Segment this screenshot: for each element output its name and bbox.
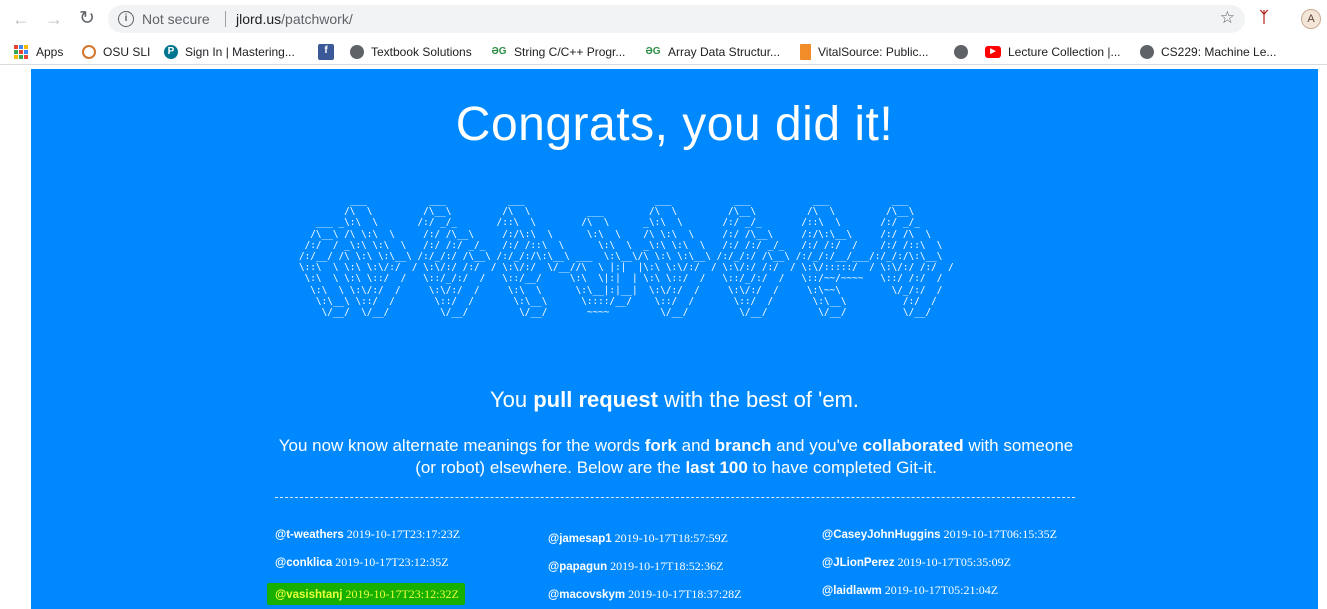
globe-icon [954, 45, 968, 59]
pearson-icon: P [164, 45, 178, 59]
user-link[interactable]: @JLionPerez [822, 557, 895, 569]
timestamp: 2019-10-17T23:12:35Z [335, 555, 449, 569]
description: You now know alternate meanings for the … [278, 436, 1074, 477]
globe-icon [1140, 45, 1154, 59]
bookmark-array-ds[interactable]: ƏG Array Data Structur... [645, 43, 780, 61]
list-item: @conklica 2019-10-17T23:12:35Z [275, 555, 535, 583]
bookmark-osu-sli[interactable]: OSU SLI [82, 43, 150, 61]
list-item: @jamesap1 2019-10-17T18:57:59Z [548, 531, 808, 559]
list-item-highlighted: @vasishtanj 2019-10-17T23:12:32Z [267, 583, 465, 605]
timestamp: 2019-10-17T18:52:36Z [610, 559, 724, 573]
list-item: @CaseyJohnHuggins 2019-10-17T06:15:35Z [822, 527, 1082, 555]
bookmark-label: VitalSource: Public... [818, 45, 929, 59]
pdf-extension-icon[interactable]: ᛉ [1256, 8, 1272, 28]
osu-icon [82, 45, 96, 59]
dashed-divider [275, 497, 1075, 498]
apps-grid-icon [14, 45, 28, 59]
timestamp: 2019-10-17T06:15:35Z [943, 527, 1057, 541]
ascii-art-logo: ___ ___ ___ ___ ___ ___ ___ /\ \ /\__\ /… [299, 195, 954, 319]
timestamp: 2019-10-17T23:12:32Z [345, 587, 459, 601]
list-item: @JLionPerez 2019-10-17T05:35:09Z [822, 555, 1082, 583]
bookmark-globe[interactable] [954, 43, 975, 61]
bookmark-cs229[interactable]: CS229: Machine Le... [1140, 43, 1276, 61]
geeksforgeeks-icon: ƏG [491, 46, 507, 57]
bookmark-label: Textbook Solutions [371, 45, 472, 59]
list-item: @t-weathers 2019-10-17T23:17:23Z [275, 527, 535, 555]
url-host: jlord.us [236, 11, 282, 27]
address-divider [225, 11, 226, 27]
timestamp: 2019-10-17T18:57:59Z [614, 531, 728, 545]
user-link[interactable]: @conklica [275, 557, 332, 569]
back-arrow-icon[interactable]: ← [9, 7, 33, 31]
bookmark-label: Lecture Collection |... [1008, 45, 1121, 59]
info-icon[interactable]: i [118, 11, 134, 27]
bookmark-label: Apps [36, 45, 64, 59]
bookmarks-bar: Apps OSU SLI P Sign In | Mastering... f … [0, 37, 1327, 65]
completions-column-1: @t-weathers 2019-10-17T23:17:23Z @conkli… [267, 527, 535, 605]
bookmark-apps[interactable]: Apps [14, 43, 63, 61]
geeksforgeeks-icon: ƏG [645, 46, 661, 57]
user-link[interactable]: @jamesap1 [548, 533, 612, 545]
user-link[interactable]: @papagun [548, 561, 607, 573]
browser-toolbar: ← → ↻ i Not secure jlord.us/patchwork/ ☆… [0, 0, 1327, 37]
url-path: /patchwork/ [281, 11, 353, 27]
facebook-icon: f [318, 44, 334, 60]
user-link[interactable]: @vasishtanj [275, 589, 342, 601]
security-label[interactable]: Not secure [142, 11, 210, 27]
globe-icon [350, 45, 364, 59]
bookmark-string-cpp[interactable]: ƏG String C/C++ Progr... [491, 43, 625, 61]
timestamp: 2019-10-17T05:35:09Z [897, 555, 1011, 569]
user-link[interactable]: @laidlawm [822, 585, 882, 597]
tagline: You pull request with the best of 'em. [489, 387, 859, 412]
user-link[interactable]: @t-weathers [275, 529, 344, 541]
bookmark-star-icon[interactable]: ☆ [1220, 8, 1235, 28]
list-item: @macovskym 2019-10-17T18:37:28Z [548, 587, 808, 609]
bookmark-label: String C/C++ Progr... [514, 45, 626, 59]
completions-column-2: @jamesap1 2019-10-17T18:57:59Z @papagun … [548, 531, 808, 609]
youtube-icon: ▶ [985, 46, 1001, 58]
reload-icon[interactable]: ↻ [75, 7, 99, 31]
address-bar[interactable]: i Not secure jlord.us/patchwork/ ☆ [108, 5, 1245, 33]
bookmark-label: OSU SLI [103, 45, 151, 59]
bookmark-mastering[interactable]: P Sign In | Mastering... [164, 43, 295, 61]
bookmark-label: Array Data Structur... [668, 45, 781, 59]
page-title: Congrats, you did it! [455, 98, 894, 151]
user-link[interactable]: @macovskym [548, 589, 625, 601]
profile-avatar[interactable]: A [1301, 9, 1321, 29]
timestamp: 2019-10-17T18:37:28Z [628, 587, 742, 601]
completions-column-3: @CaseyJohnHuggins 2019-10-17T06:15:35Z @… [822, 527, 1082, 609]
bookmark-lecture-collection[interactable]: ▶ Lecture Collection |... [985, 43, 1121, 61]
bookmark-vitalsource[interactable]: VitalSource: Public... [800, 43, 929, 61]
timestamp: 2019-10-17T05:21:04Z [884, 583, 999, 597]
vitalsource-icon [800, 44, 811, 60]
list-item: @papagun 2019-10-17T18:52:36Z [548, 559, 808, 587]
patchwork-page: Congrats, you did it! ___ ___ ___ ___ __… [31, 69, 1318, 609]
bookmark-facebook[interactable]: f [318, 43, 341, 61]
user-link[interactable]: @CaseyJohnHuggins [822, 529, 941, 541]
forward-arrow-icon[interactable]: → [42, 7, 66, 31]
url-text[interactable]: jlord.us/patchwork/ [236, 11, 353, 27]
timestamp: 2019-10-17T23:17:23Z [346, 527, 461, 541]
list-item: @laidlawm 2019-10-17T05:21:04Z [822, 583, 1082, 609]
bookmark-label: CS229: Machine Le... [1161, 45, 1277, 59]
bookmark-label: Sign In | Mastering... [185, 45, 295, 59]
bookmark-textbook-solutions[interactable]: Textbook Solutions [350, 43, 472, 61]
